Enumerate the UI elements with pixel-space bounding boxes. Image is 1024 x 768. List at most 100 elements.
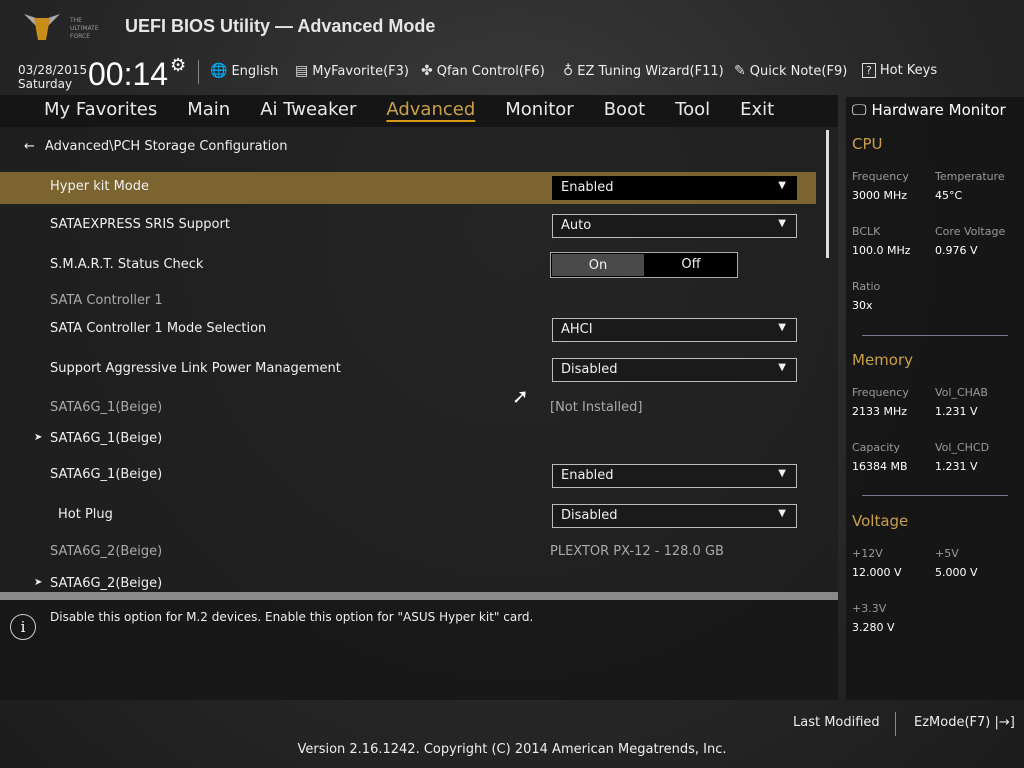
- setting-dropdown[interactable]: Enabled ▼: [552, 464, 797, 488]
- setting-dropdown[interactable]: Enabled ▼: [552, 176, 797, 200]
- monitor-label: Frequency: [852, 170, 909, 183]
- tab-monitor[interactable]: Monitor: [490, 95, 588, 127]
- toolbar-myfavorite-f3-[interactable]: ▤ MyFavorite(F3): [295, 63, 409, 79]
- caret-down-icon: ▼: [778, 468, 786, 479]
- setting-label: SATA Controller 1: [50, 293, 163, 308]
- monitor-value: 100.0 MHz: [852, 244, 911, 257]
- setting-row[interactable]: ➤ SATA6G_1(Beige): [0, 424, 816, 456]
- fan-icon: ✤: [421, 63, 433, 79]
- toolbar-hot-keys[interactable]: ? Hot Keys: [862, 63, 937, 78]
- toolbar-label: English: [231, 63, 279, 79]
- toolbar-english[interactable]: 🌐 English: [210, 63, 278, 79]
- monitor-item: Capacity 16384 MB: [852, 441, 908, 473]
- setting-row: Hyper kit Mode Enabled ▼: [0, 172, 816, 204]
- monitor-item: +5V 5.000 V: [935, 547, 978, 579]
- toolbar-label: Qfan Control(F6): [436, 63, 545, 79]
- monitor-value: 2133 MHz: [852, 405, 908, 418]
- setting-label: SATA6G_2(Beige): [50, 576, 163, 591]
- monitor-label: Frequency: [852, 386, 909, 399]
- setting-row: S.M.A.R.T. Status Check On Off: [0, 250, 816, 282]
- toggle-switch[interactable]: On Off: [550, 252, 738, 278]
- panel-divider: [0, 592, 838, 600]
- tab-tool[interactable]: Tool: [660, 95, 725, 127]
- tab-boot[interactable]: Boot: [589, 95, 660, 127]
- tab-exit[interactable]: Exit: [725, 95, 789, 127]
- setting-dropdown[interactable]: Auto ▼: [552, 214, 797, 238]
- gear-icon[interactable]: ⚙: [170, 55, 186, 76]
- setting-row: Support Aggressive Link Power Management…: [0, 354, 816, 386]
- setting-row: SATA Controller 1 Mode Selection AHCI ▼: [0, 314, 816, 346]
- monitor-item: +3.3V 3.280 V: [852, 602, 895, 634]
- svg-text:FORCE: FORCE: [70, 33, 90, 40]
- monitor-label: +5V: [935, 547, 959, 560]
- section-voltage: Voltage: [852, 512, 909, 530]
- setting-label: SATA6G_1(Beige): [50, 400, 163, 415]
- monitor-label: BCLK: [852, 225, 881, 238]
- clock: 00:14: [88, 56, 169, 92]
- title-text: Hardware Monitor: [871, 101, 1006, 119]
- setting-label: S.M.A.R.T. Status Check: [50, 257, 204, 272]
- setting-label: SATA6G_1(Beige): [50, 431, 163, 446]
- setting-label: Hot Plug: [58, 507, 113, 522]
- toggle-off[interactable]: Off: [645, 253, 737, 277]
- setting-row[interactable]: ➤ SATA6G_2(Beige): [0, 569, 816, 592]
- monitor-label: Capacity: [852, 441, 901, 454]
- lightbulb-icon: ♁: [563, 63, 574, 79]
- caret-down-icon: ▼: [778, 362, 786, 373]
- last-modified-button[interactable]: Last Modified: [793, 715, 880, 730]
- setting-dropdown[interactable]: AHCI ▼: [552, 318, 797, 342]
- monitor-label: Ratio: [852, 280, 881, 293]
- monitor-item: Ratio 30x: [852, 280, 880, 312]
- monitor-value: 12.000 V: [852, 566, 902, 579]
- monitor-label: Vol_CHCD: [935, 441, 990, 454]
- version-text: Version 2.16.1242. Copyright (C) 2014 Am…: [297, 742, 727, 757]
- tab-main[interactable]: Main: [172, 95, 245, 127]
- dropdown-value: Enabled: [561, 180, 614, 195]
- monitor-value: 1.231 V: [935, 460, 978, 473]
- monitor-item: Temperature 45°C: [935, 170, 1005, 202]
- caret-down-icon: ▼: [778, 218, 786, 229]
- tab-my-favorites[interactable]: My Favorites: [44, 95, 172, 127]
- ezmode-label: EzMode(F7): [914, 715, 991, 730]
- favorite-list-icon: ▤: [295, 63, 309, 79]
- back-arrow-icon[interactable]: ←: [24, 139, 35, 154]
- caret-down-icon: ▼: [778, 180, 786, 191]
- monitor-value: 3000 MHz: [852, 189, 908, 202]
- monitor-item: Frequency 2133 MHz: [852, 386, 909, 418]
- breadcrumb-text: Advanced\PCH Storage Configuration: [44, 139, 288, 154]
- date-display: 03/28/2015 Saturday: [18, 63, 87, 91]
- setting-row: SATA6G_1(Beige) [Not Installed]: [0, 393, 816, 425]
- tab-advanced[interactable]: Advanced: [371, 95, 490, 127]
- tab-ai-tweaker[interactable]: Ai Tweaker: [245, 95, 371, 127]
- dropdown-value: Disabled: [561, 508, 618, 523]
- svg-text:THE: THE: [69, 17, 82, 24]
- help-panel: i Disable this option for M.2 devices. E…: [0, 600, 838, 700]
- setting-dropdown[interactable]: Disabled ▼: [552, 504, 797, 528]
- monitor-value: 1.231 V: [935, 405, 978, 418]
- monitor-value: 30x: [852, 299, 873, 312]
- info-icon: i: [10, 614, 36, 640]
- hardware-monitor: 🖵 Hardware Monitor CPU Frequency 3000 MHz Te…: [846, 97, 1024, 700]
- toggle-on[interactable]: On: [552, 254, 644, 276]
- monitor-item: Core Voltage 0.976 V: [935, 225, 1005, 257]
- setting-label: SATAEXPRESS SRIS Support: [50, 217, 230, 232]
- monitor-value: 16384 MB: [852, 460, 908, 473]
- toolbar-qfan-control-f6-[interactable]: ✤ Qfan Control(F6): [421, 63, 545, 79]
- toolbar-quick-note-f9-[interactable]: ✎ Quick Note(F9): [734, 63, 847, 79]
- ezmode-button[interactable]: EzMode(F7) |→]: [914, 715, 1015, 730]
- breadcrumb[interactable]: ← Advanced\PCH Storage Configuration: [24, 139, 287, 154]
- scrollbar[interactable]: [826, 130, 829, 258]
- exit-icon: |→]: [990, 715, 1015, 730]
- monitor-value: 3.280 V: [852, 621, 895, 634]
- dropdown-value: Enabled: [561, 468, 614, 483]
- monitor-label: Core Voltage: [935, 225, 1006, 238]
- toolbar-label: Quick Note(F9): [749, 63, 848, 79]
- toolbar-label: EZ Tuning Wizard(F11): [577, 63, 724, 79]
- divider: [895, 712, 896, 736]
- section-divider: [862, 335, 1008, 336]
- setting-dropdown[interactable]: Disabled ▼: [552, 358, 797, 382]
- toolbar-ez-tuning-wizard-f11-[interactable]: ♁ EZ Tuning Wizard(F11): [563, 63, 724, 79]
- caret-down-icon: ▼: [778, 322, 786, 333]
- note-icon: ✎: [734, 63, 746, 79]
- setting-row: SATA6G_1(Beige) Enabled ▼: [0, 460, 816, 492]
